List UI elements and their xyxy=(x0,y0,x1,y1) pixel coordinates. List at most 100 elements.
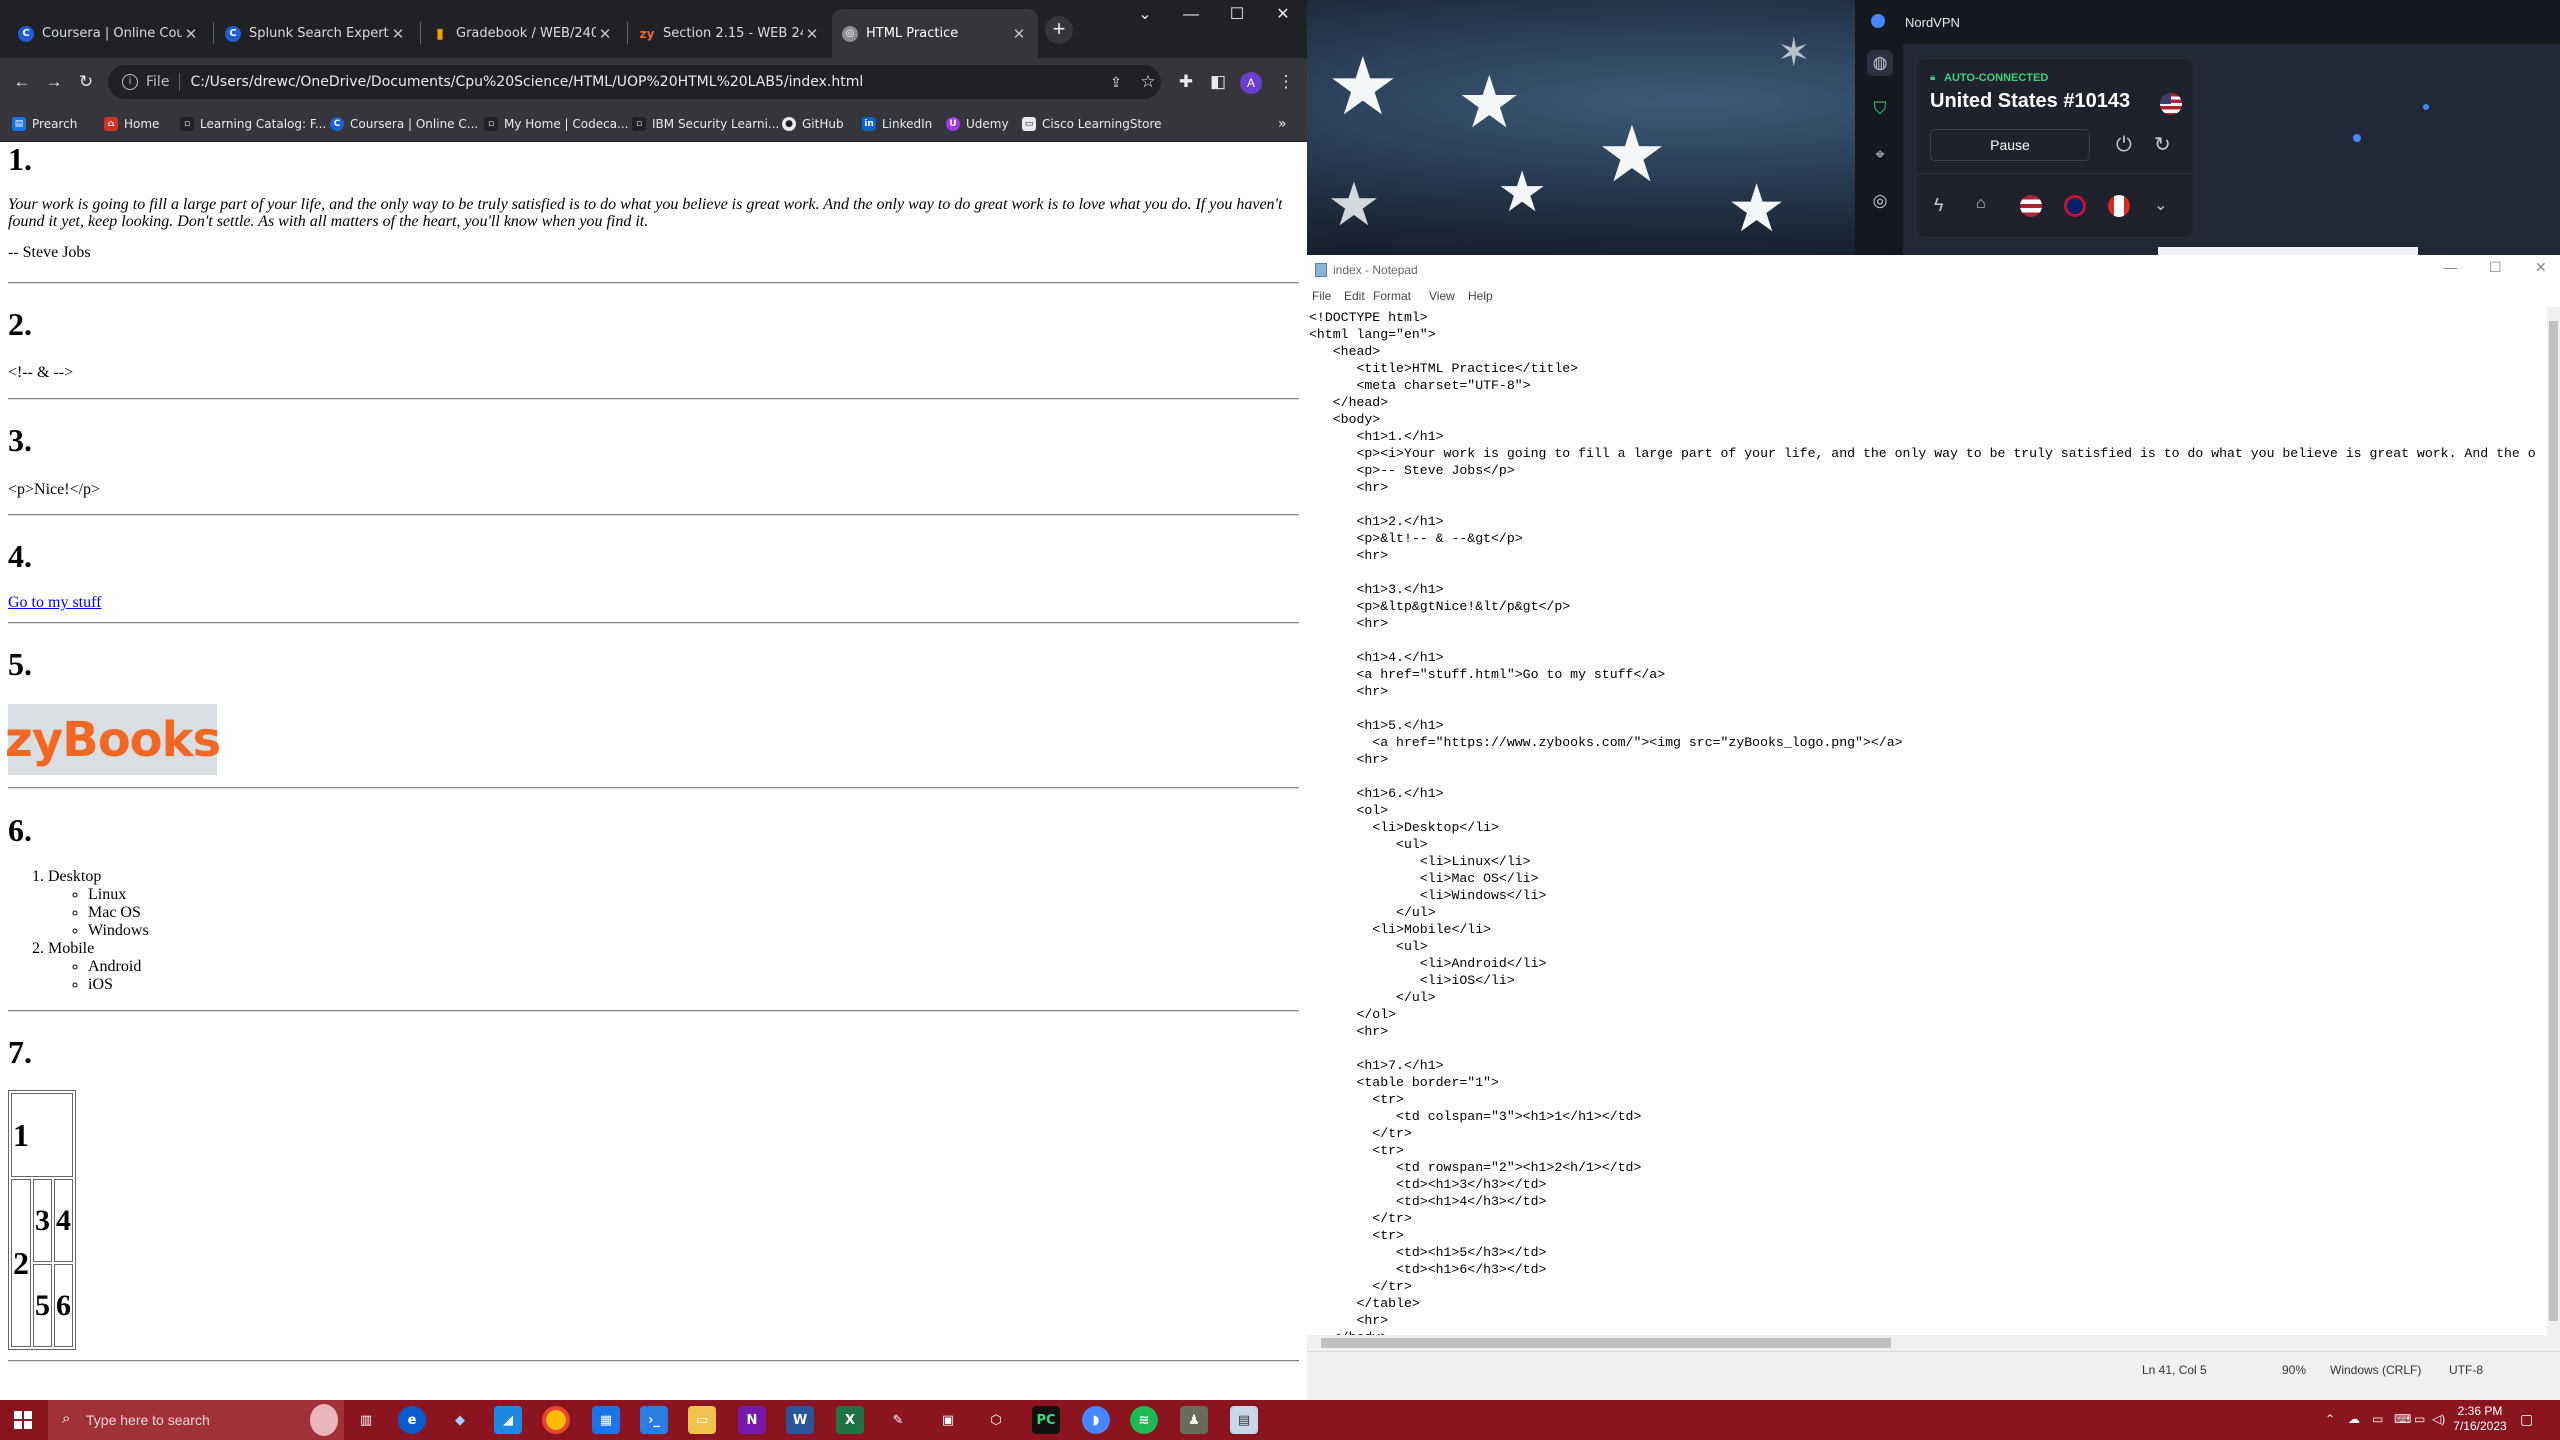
minimize-button[interactable]: — xyxy=(2443,259,2457,275)
pause-button[interactable]: Pause xyxy=(1930,129,2090,161)
horizontal-scrollbar[interactable] xyxy=(1307,1335,2560,1351)
us-flag-icon[interactable] xyxy=(2020,195,2042,217)
tab-html-practice[interactable]: ◎ HTML Practice ✕ xyxy=(832,9,1038,58)
spotify-icon[interactable]: ≋ xyxy=(1130,1406,1158,1434)
tab-search-icon[interactable]: ⌄ xyxy=(1122,0,1168,32)
codecademy-icon: ▫ xyxy=(484,117,498,131)
bookmark-codecademy[interactable]: ▫ My Home | Codeca... xyxy=(484,114,629,134)
task-view-icon[interactable]: ▥ xyxy=(352,1406,380,1434)
tab-splunk[interactable]: C Splunk Search Expert 103 ✕ xyxy=(215,9,417,58)
minimize-button[interactable]: — xyxy=(1168,0,1214,32)
new-tab-button[interactable]: + xyxy=(1045,16,1073,44)
game-app-icon[interactable]: ♟ xyxy=(1180,1406,1208,1434)
menu-file[interactable]: File xyxy=(1312,289,1331,303)
tab-coursera[interactable]: C Coursera | Online Courses ✕ xyxy=(8,9,210,58)
bookmark-linkedin[interactable]: in LinkedIn xyxy=(862,114,932,134)
cloud-app-icon[interactable]: ◆ xyxy=(446,1406,474,1434)
maximize-button[interactable]: ☐ xyxy=(2489,259,2502,276)
bookmark-cisco[interactable]: ▭ Cisco LearningStore xyxy=(1022,114,1162,134)
onedrive-icon[interactable]: ☁ xyxy=(2348,1412,2360,1426)
maximize-button[interactable]: ☐ xyxy=(1214,0,1260,32)
store-icon[interactable]: ▦ xyxy=(592,1406,620,1434)
power-icon[interactable]: ⏻ xyxy=(2116,134,2132,157)
volume-icon[interactable]: ◁) xyxy=(2432,1412,2445,1426)
virtualbox-icon[interactable]: ⬡ xyxy=(982,1406,1010,1434)
close-window-button[interactable]: ✕ xyxy=(2535,259,2547,276)
close-icon[interactable]: ✕ xyxy=(596,25,614,43)
zybooks-logo-link[interactable]: zyBooks xyxy=(5,704,221,775)
bookmarks-overflow-icon[interactable]: » xyxy=(1278,114,1287,134)
back-arrow-icon[interactable]: ← xyxy=(8,68,36,96)
stuff-link[interactable]: Go to my stuff xyxy=(8,594,101,611)
bookmark-home[interactable]: ⌂ Home xyxy=(104,114,159,134)
pen-app-icon[interactable]: ✎ xyxy=(884,1406,912,1434)
chrome-icon[interactable] xyxy=(542,1406,570,1434)
powershell-icon[interactable]: ›_ xyxy=(640,1406,668,1434)
close-icon[interactable]: ✕ xyxy=(389,25,407,43)
notifications-icon[interactable]: ▢ xyxy=(2520,1411,2533,1428)
bookmark-prearch[interactable]: ▤ Prearch xyxy=(12,114,77,134)
onenote-icon[interactable]: N xyxy=(738,1406,766,1434)
address-bar[interactable]: i File C:/Users/drewc/OneDrive/Documents… xyxy=(108,65,1161,99)
clock[interactable]: 2:36 PM 7/16/2023 xyxy=(2452,1404,2508,1434)
close-window-button[interactable]: ✕ xyxy=(1260,0,1306,32)
tab-gradebook[interactable]: ▮ Gradebook / WEB/240: W ✕ xyxy=(422,9,624,58)
extensions-icon[interactable]: ✚ xyxy=(1172,68,1200,96)
notepad-taskbar-icon[interactable]: ▤ xyxy=(1230,1406,1258,1434)
star-icon[interactable]: ☆ xyxy=(1134,68,1162,96)
network-icon[interactable]: ⌨ xyxy=(2394,1412,2411,1426)
canada-flag-icon[interactable] xyxy=(2108,195,2130,217)
menu-format[interactable]: Format xyxy=(1373,289,1411,303)
uk-flag-icon[interactable] xyxy=(2064,195,2086,217)
bookmark-ibm[interactable]: ▫ IBM Security Learni... xyxy=(632,114,779,134)
escaped-comment-text: <!-- & --> xyxy=(8,364,74,381)
globe-icon[interactable]: ◍ xyxy=(1867,50,1893,76)
list-item: Windows xyxy=(88,922,1299,940)
close-icon[interactable]: ✕ xyxy=(1010,25,1028,43)
windows-start-icon[interactable] xyxy=(14,1411,32,1429)
network-wired-icon[interactable]: ▭ xyxy=(2414,1412,2425,1426)
share-icon[interactable]: ⇪ xyxy=(1102,68,1130,96)
onenote-like-icon[interactable]: ◢ xyxy=(494,1406,522,1434)
tray-chevron-icon[interactable]: ⌃ xyxy=(2325,1412,2335,1426)
word-icon[interactable]: W xyxy=(786,1406,814,1434)
dedicated-ip-icon[interactable]: ⌂ xyxy=(1976,195,1986,213)
taskbar-search-box[interactable]: ⌕ Type here to search xyxy=(48,1400,344,1440)
hyperv-icon[interactable]: ▣ xyxy=(934,1406,962,1434)
info-icon[interactable]: i xyxy=(122,74,138,90)
bookmark-learning-catalog[interactable]: ▫ Learning Catalog: F... xyxy=(180,114,326,134)
bookmark-udemy[interactable]: U Udemy xyxy=(946,114,1009,134)
battery-icon[interactable]: ▭ xyxy=(2372,1412,2383,1426)
edge-icon[interactable]: e xyxy=(398,1406,426,1434)
notepad-editor[interactable]: <!DOCTYPE html> <html lang="en"> <head> … xyxy=(1307,307,2547,1335)
forward-arrow-icon[interactable]: → xyxy=(40,68,68,96)
nordvpn-taskbar-icon[interactable]: ◗ xyxy=(1082,1406,1110,1434)
menu-view[interactable]: View xyxy=(1429,289,1455,303)
shield-icon[interactable]: ⛉ xyxy=(1867,96,1893,122)
scroll-thumb[interactable] xyxy=(2549,321,2558,1321)
meshnet-icon[interactable]: ⌖ xyxy=(1867,142,1893,168)
lightning-icon[interactable]: ϟ xyxy=(1934,195,1944,216)
close-icon[interactable]: ✕ xyxy=(182,25,200,43)
tab-zybooks[interactable]: zy Section 2.15 - WEB 240: W ✕ xyxy=(629,9,831,58)
bookmark-coursera[interactable]: C Coursera | Online C... xyxy=(330,114,478,134)
bookmark-github[interactable]: ● GitHub xyxy=(782,114,844,134)
nordvpn-logo-icon xyxy=(1871,14,1885,28)
refresh-icon[interactable]: ↻ xyxy=(2154,132,2171,157)
file-explorer-icon[interactable]: ▭ xyxy=(688,1406,716,1434)
avatar[interactable]: A xyxy=(1240,72,1262,94)
menu-kebab-icon[interactable]: ⋮ xyxy=(1272,68,1300,96)
notepad-title: index - Notepad xyxy=(1333,263,1418,277)
menu-edit[interactable]: Edit xyxy=(1344,289,1365,303)
sidepanel-icon[interactable]: ◧ xyxy=(1204,68,1232,96)
vertical-scrollbar[interactable] xyxy=(2547,307,2560,1335)
excel-icon[interactable]: X xyxy=(836,1406,864,1434)
menu-help[interactable]: Help xyxy=(1468,289,1493,303)
reload-icon[interactable]: ↻ xyxy=(72,68,100,96)
chevron-down-icon[interactable]: ⌄ xyxy=(2154,195,2167,215)
star-icon: ✶ xyxy=(1777,30,1811,76)
close-icon[interactable]: ✕ xyxy=(803,25,821,43)
scroll-thumb[interactable] xyxy=(1321,1338,1891,1348)
pycharm-icon[interactable]: PC xyxy=(1032,1406,1060,1434)
target-icon[interactable]: ◎ xyxy=(1867,188,1893,214)
